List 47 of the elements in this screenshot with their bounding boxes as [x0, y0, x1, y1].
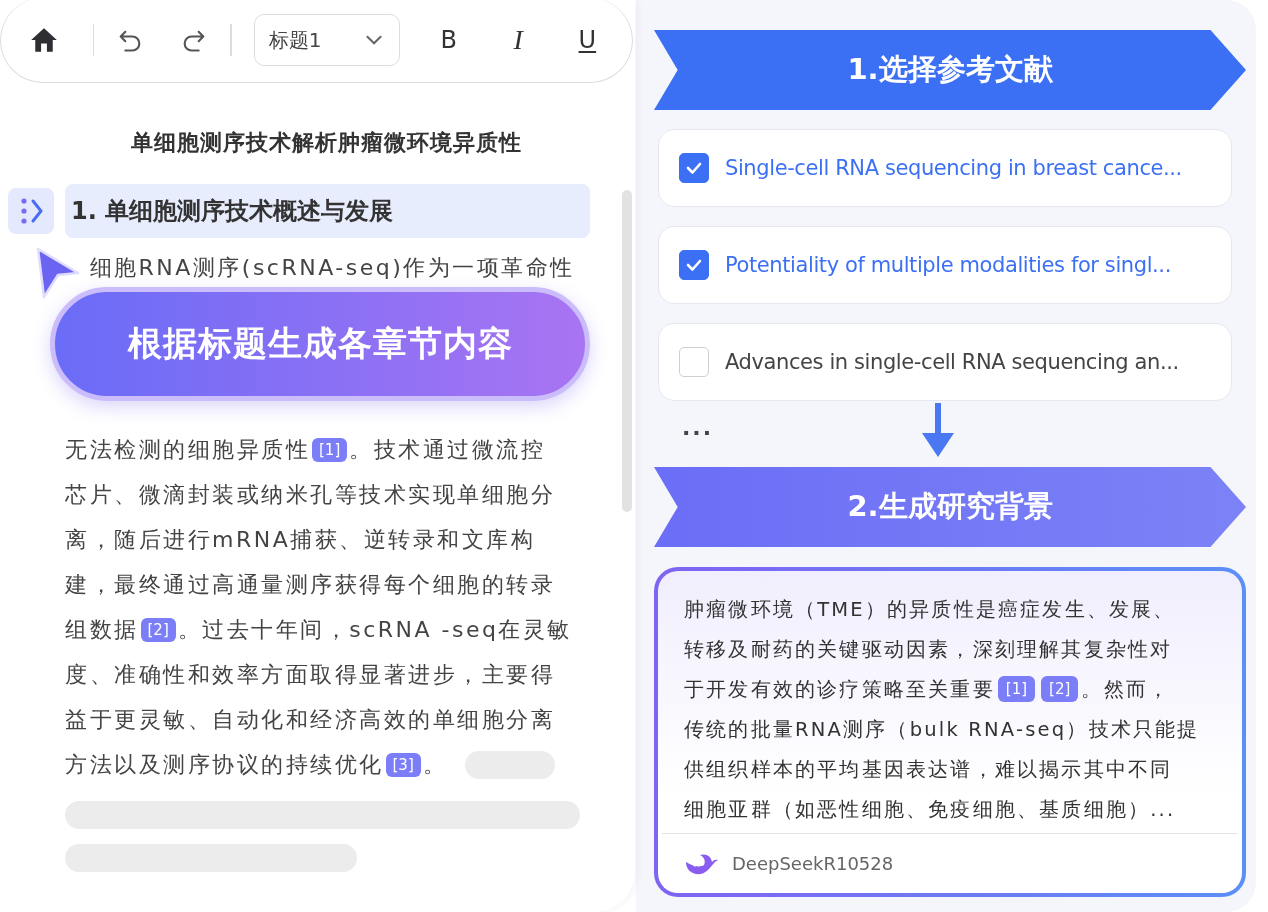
- generate-sections-button[interactable]: 根据标题生成各章节内容: [50, 287, 590, 401]
- section-heading[interactable]: 1. 单细胞测序技术概述与发展: [65, 184, 590, 238]
- body-text: 方法以及测序协议的持续优化: [65, 750, 384, 779]
- model-name: DeepSeekR10528: [732, 853, 894, 874]
- reference-item[interactable]: Potentiality of multiple modalities for singl...: [658, 226, 1232, 304]
- body-text: 建，最终通过高通量测序获得每个细胞的转录: [65, 570, 555, 599]
- body-text: 益于更灵敏、自动化和经济高效的单细胞分离: [65, 705, 555, 734]
- format-button[interactable]: B: [428, 26, 470, 54]
- reference-title: Single-cell RNA sequencing in breast cance...: [725, 156, 1182, 180]
- body-text: 肿瘤微环境（TME）的异质性是癌症发生、发展、: [684, 596, 1176, 623]
- body-text: 传统的批量RNA测序（bulk RNA-seq）技术只能提: [684, 716, 1200, 743]
- document-title: 单细胞测序技术解析肿瘤微环境异质性: [130, 129, 523, 157]
- cursor-arrow-icon: [34, 245, 82, 301]
- body-text: 。技术通过微流控: [349, 435, 546, 464]
- step-banner: 2.生成研究背景: [654, 467, 1246, 547]
- citation-badge[interactable]: [2]: [1041, 676, 1079, 702]
- reference-item[interactable]: Advances in single-cell RNA sequencing an...: [658, 323, 1232, 401]
- format-button[interactable]: U: [566, 26, 608, 54]
- body-text: 于开发有效的诊疗策略至关重要: [684, 676, 995, 703]
- body-text: 。过去十年间，scRNA -seq在灵敏: [177, 615, 572, 644]
- step-banner: 1.选择参考文献: [654, 30, 1246, 110]
- body-text: 组数据: [65, 615, 139, 644]
- drag-handle-icon[interactable]: [8, 188, 54, 234]
- body-text: 度、准确性和效率方面取得显著进步，主要得: [65, 660, 555, 689]
- body-text: 转移及耐药的关键驱动因素，深刻理解其复杂性对: [684, 636, 1173, 663]
- scrollbar[interactable]: [622, 190, 632, 512]
- reference-title: Potentiality of multiple modalities for singl...: [725, 253, 1171, 277]
- reference-title: Advances in single-cell RNA sequencing an...: [725, 350, 1179, 374]
- heading-style-select[interactable]: 标题1: [253, 14, 401, 66]
- citation-badge[interactable]: [1]: [997, 676, 1036, 702]
- reference-item[interactable]: Single-cell RNA sequencing in breast cance...: [658, 129, 1232, 207]
- body-text: 供组织样本的平均基因表达谱，难以揭示其中不同: [684, 756, 1173, 783]
- body-text: 细胞RNA测序(scRNA-seq)作为一项革命性: [89, 253, 575, 282]
- citation-badge[interactable]: [3]: [385, 752, 421, 777]
- body-text: 。然而，: [1081, 676, 1171, 703]
- body-text: 细胞亚群（如恶性细胞、免疫细胞、基质细胞）...: [684, 796, 1176, 823]
- checkbox[interactable]: [679, 153, 709, 183]
- checkbox[interactable]: [679, 250, 709, 280]
- citation-badge[interactable]: [1]: [312, 437, 348, 462]
- more-indicator: ...: [682, 415, 714, 440]
- body-text: 芯片、微滴封装或纳米孔等技术实现单细胞分: [65, 480, 555, 509]
- body-text: 无法检测的细胞异质性: [65, 435, 310, 464]
- format-button[interactable]: I: [497, 24, 539, 56]
- body-text: 。: [422, 750, 448, 779]
- body-text: 离，随后进行mRNA捕获、逆转录和文库构: [65, 525, 536, 554]
- citation-badge[interactable]: [2]: [140, 617, 176, 642]
- home-icon[interactable]: [29, 26, 59, 54]
